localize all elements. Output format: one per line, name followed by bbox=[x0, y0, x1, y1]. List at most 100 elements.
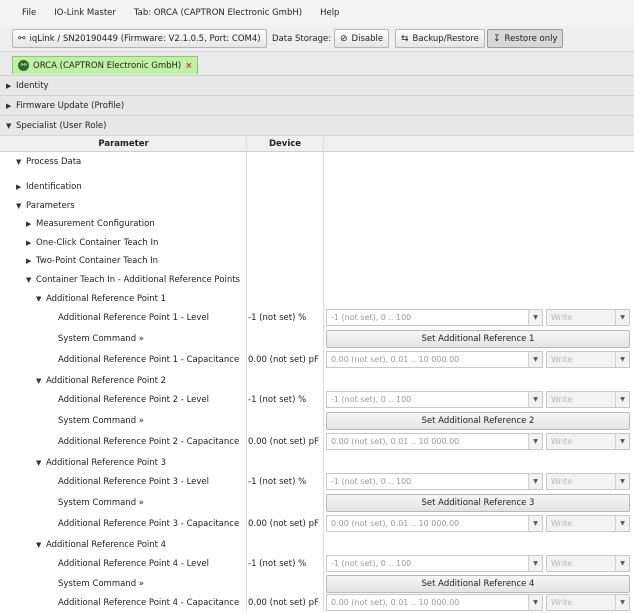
write-combo[interactable]: Write ▼ bbox=[546, 309, 630, 326]
device-value: -1 (not set) % bbox=[248, 313, 307, 323]
combo-text: 0.00 (not set), 0.01 .. 10 000.00 bbox=[331, 437, 460, 446]
chevron-down-icon[interactable]: ▼ bbox=[528, 310, 542, 325]
chevron-down-icon[interactable]: ▼ bbox=[615, 595, 629, 610]
write-combo[interactable]: Write ▼ bbox=[546, 555, 630, 572]
column-header-device[interactable]: Device bbox=[247, 136, 323, 152]
chevron-down-icon[interactable]: ▼ bbox=[528, 595, 542, 610]
section-identity[interactable]: ▶ Identity bbox=[0, 76, 634, 96]
set-reference-button[interactable]: Set Additional Reference 2 bbox=[326, 412, 630, 430]
menu-help[interactable]: Help bbox=[320, 8, 339, 18]
set-reference-button[interactable]: Set Additional Reference 3 bbox=[326, 494, 630, 512]
chevron-down-icon[interactable]: ▼ bbox=[615, 352, 629, 367]
menu-bar: File IO-Link Master Tab: ORCA (CAPTRON E… bbox=[0, 0, 634, 26]
tree-row-point-title[interactable]: ▼ Additional Reference Point 4 bbox=[0, 535, 634, 555]
level-combo[interactable]: -1 (not set), 0 .. 100 ▼ bbox=[326, 309, 543, 326]
capacitance-combo[interactable]: 0.00 (not set), 0.01 .. 10 000.00 ▼ bbox=[326, 351, 543, 368]
chevron-down-icon[interactable]: ▼ bbox=[615, 310, 629, 325]
chevron-down-icon[interactable]: ▼ bbox=[528, 434, 542, 449]
section-specialist[interactable]: ▼ Specialist (User Role) bbox=[0, 116, 634, 136]
table-row: System Command » Set Additional Referenc… bbox=[0, 329, 634, 349]
device-value: 0.00 (not set) pF bbox=[248, 598, 319, 608]
table-row: Additional Reference Point 2 - Capacitan… bbox=[0, 432, 634, 452]
level-combo[interactable]: -1 (not set), 0 .. 100 ▼ bbox=[326, 473, 543, 490]
tree-row-measurement-configuration[interactable]: ▶ Measurement Configuration bbox=[0, 214, 634, 234]
parameter-label: Additional Reference Point 1 - Capacitan… bbox=[58, 355, 240, 365]
tree-row-process-data[interactable]: ▼ Process Data bbox=[0, 152, 634, 172]
chevron-down-icon[interactable]: ▼ bbox=[615, 434, 629, 449]
chevron-down-icon[interactable]: ▼ bbox=[528, 392, 542, 407]
tree-label: Two-Point Container Teach In bbox=[36, 256, 159, 266]
tree-row-additional-reference-points[interactable]: ▼ Container Teach In - Additional Referen… bbox=[0, 270, 634, 290]
menu-io-link-master[interactable]: IO-Link Master bbox=[54, 8, 116, 18]
chevron-down-icon[interactable]: ▼ bbox=[615, 556, 629, 571]
disable-button[interactable]: ⊘ Disable bbox=[334, 29, 390, 48]
tree-label: Process Data bbox=[26, 157, 82, 167]
toolbar: ⚯ iqLink / SN20190449 (Firmware: V2.1.0.… bbox=[0, 26, 634, 52]
restore-only-button[interactable]: ↧ Restore only bbox=[487, 29, 564, 48]
restore-only-label: Restore only bbox=[504, 33, 558, 44]
level-combo[interactable]: -1 (not set), 0 .. 100 ▼ bbox=[326, 555, 543, 572]
set-reference-button[interactable]: Set Additional Reference 4 bbox=[326, 575, 630, 593]
table-row: Additional Reference Point 2 - Level -1 … bbox=[0, 390, 634, 410]
device-value: -1 (not set) % bbox=[248, 559, 307, 569]
level-combo[interactable]: -1 (not set), 0 .. 100 ▼ bbox=[326, 391, 543, 408]
combo-text: 0.00 (not set), 0.01 .. 10 000.00 bbox=[331, 519, 460, 528]
write-combo[interactable]: Write ▼ bbox=[546, 433, 630, 450]
section-specialist-label: Specialist (User Role) bbox=[16, 120, 107, 131]
collapse-icon: ▼ bbox=[26, 276, 32, 284]
tree-row-point-title[interactable]: ▼ Additional Reference Point 2 bbox=[0, 371, 634, 391]
write-combo[interactable]: Write ▼ bbox=[546, 351, 630, 368]
device-value: -1 (not set) % bbox=[248, 477, 307, 487]
write-combo[interactable]: Write ▼ bbox=[546, 515, 630, 532]
collapse-icon: ▼ bbox=[16, 158, 22, 166]
connection-button[interactable]: ⚯ iqLink / SN20190449 (Firmware: V2.1.0.… bbox=[12, 29, 267, 48]
parameter-label: Additional Reference Point 2 - Level bbox=[58, 395, 209, 405]
tree-row-parameters[interactable]: ▼ Parameters bbox=[0, 196, 634, 216]
table-row: System Command » Set Additional Referenc… bbox=[0, 574, 634, 594]
tree-label: Additional Reference Point 1 bbox=[46, 294, 167, 304]
tree-row-point-title[interactable]: ▼ Additional Reference Point 3 bbox=[0, 453, 634, 473]
parameter-label: Additional Reference Point 3 - Level bbox=[58, 477, 209, 487]
collapse-icon: ▼ bbox=[36, 459, 42, 467]
column-header-parameter[interactable]: Parameter bbox=[0, 136, 247, 152]
chevron-down-icon[interactable]: ▼ bbox=[615, 516, 629, 531]
menu-file[interactable]: File bbox=[22, 8, 36, 18]
tree-row-identification[interactable]: ▶ Identification bbox=[0, 177, 634, 197]
chevron-down-icon[interactable]: ▼ bbox=[615, 474, 629, 489]
write-combo[interactable]: Write ▼ bbox=[546, 594, 630, 611]
menu-tab[interactable]: Tab: ORCA (CAPTRON Electronic GmbH) bbox=[134, 8, 302, 18]
device-icon: ⚯ bbox=[18, 60, 29, 71]
write-combo[interactable]: Write ▼ bbox=[546, 391, 630, 408]
set-reference-button[interactable]: Set Additional Reference 1 bbox=[326, 330, 630, 348]
chevron-down-icon[interactable]: ▼ bbox=[528, 474, 542, 489]
write-combo[interactable]: Write ▼ bbox=[546, 473, 630, 490]
section-firmware-update-label: Firmware Update (Profile) bbox=[16, 100, 125, 111]
write-text: Write bbox=[551, 395, 573, 404]
chevron-down-icon[interactable]: ▼ bbox=[615, 392, 629, 407]
section-firmware-update[interactable]: ▶ Firmware Update (Profile) bbox=[0, 96, 634, 116]
backup-restore-icon: ⇆ bbox=[401, 33, 409, 44]
backup-restore-button[interactable]: ⇆ Backup/Restore bbox=[395, 29, 485, 48]
tree-row-one-click[interactable]: ▶ One-Click Container Teach In bbox=[0, 233, 634, 253]
table-row: Additional Reference Point 4 - Capacitan… bbox=[0, 593, 634, 612]
collapse-icon: ▼ bbox=[6, 121, 12, 130]
tab-device[interactable]: ⚯ ORCA (CAPTRON Electronic GmbH) × bbox=[12, 56, 199, 74]
collapse-icon: ▼ bbox=[36, 295, 42, 303]
collapse-icon: ▼ bbox=[36, 541, 42, 549]
tree-row-point-title[interactable]: ▼ Additional Reference Point 1 bbox=[0, 289, 634, 309]
chevron-down-icon[interactable]: ▼ bbox=[528, 516, 542, 531]
table-row: Additional Reference Point 3 - Level -1 … bbox=[0, 472, 634, 492]
combo-text: 0.00 (not set), 0.01 .. 10 000.00 bbox=[331, 355, 460, 364]
table-row: System Command » Set Additional Referenc… bbox=[0, 411, 634, 431]
close-icon[interactable]: × bbox=[185, 61, 192, 71]
capacitance-combo[interactable]: 0.00 (not set), 0.01 .. 10 000.00 ▼ bbox=[326, 515, 543, 532]
chevron-down-icon[interactable]: ▼ bbox=[528, 556, 542, 571]
table-row: Additional Reference Point 1 - Level -1 … bbox=[0, 308, 634, 328]
device-value: 0.00 (not set) pF bbox=[248, 519, 319, 529]
disable-icon: ⊘ bbox=[340, 33, 348, 44]
capacitance-combo[interactable]: 0.00 (not set), 0.01 .. 10 000.00 ▼ bbox=[326, 594, 543, 611]
chevron-down-icon[interactable]: ▼ bbox=[528, 352, 542, 367]
tree-row-two-point[interactable]: ▶ Two-Point Container Teach In bbox=[0, 251, 634, 271]
tree-label: Measurement Configuration bbox=[36, 219, 155, 229]
capacitance-combo[interactable]: 0.00 (not set), 0.01 .. 10 000.00 ▼ bbox=[326, 433, 543, 450]
